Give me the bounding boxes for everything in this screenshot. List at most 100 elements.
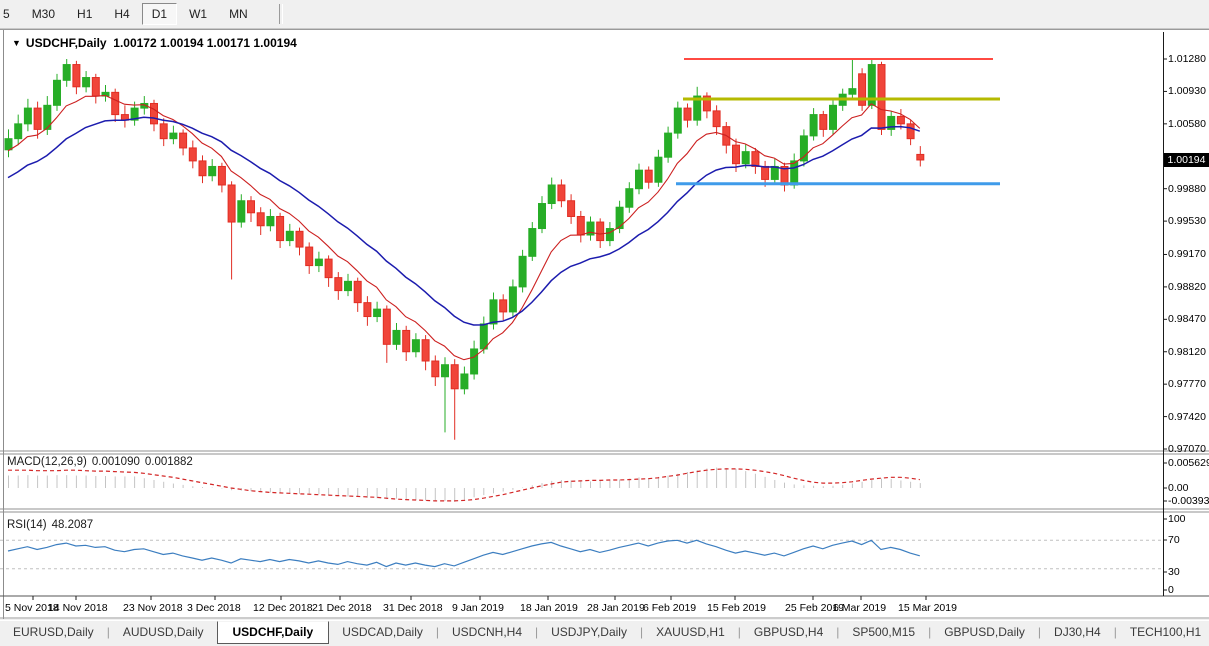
chart-tab-usdchf-daily[interactable]: USDCHF,Daily bbox=[217, 621, 330, 644]
candle-up bbox=[238, 201, 245, 222]
candle-up bbox=[674, 108, 681, 133]
date-axis-label: 14 Nov 2018 bbox=[48, 602, 108, 614]
rsi-value: 48.2087 bbox=[52, 519, 94, 531]
candle-up bbox=[345, 281, 352, 290]
chart-tab-xauusd-h1[interactable]: XAUUSD,H1 bbox=[643, 621, 738, 643]
tf-button-mn[interactable]: MN bbox=[219, 3, 258, 25]
candle-up bbox=[810, 115, 817, 136]
candle-up bbox=[665, 133, 672, 157]
rsi-indicator-label: RSI(14)48.2087 bbox=[7, 519, 93, 531]
price-axis-label: 0.99880 bbox=[1168, 183, 1206, 195]
candle-down bbox=[713, 111, 720, 127]
candle-up bbox=[849, 89, 856, 95]
candle-up bbox=[315, 259, 322, 265]
candle-down bbox=[296, 231, 303, 247]
tf-button-h4[interactable]: H4 bbox=[104, 3, 139, 25]
window-menu-icon[interactable]: ▼ bbox=[12, 38, 21, 48]
candle-up bbox=[5, 139, 12, 150]
candles-layer bbox=[5, 59, 924, 440]
candle-down bbox=[73, 65, 80, 87]
candle-down bbox=[684, 108, 691, 120]
date-axis-label: 3 Dec 2018 bbox=[187, 602, 241, 614]
candle-up bbox=[209, 166, 216, 175]
candle-up bbox=[393, 330, 400, 344]
chart-tab-usdcnh-h4[interactable]: USDCNH,H4 bbox=[439, 621, 535, 643]
candle-down bbox=[878, 65, 885, 130]
chart-tab-tech100-h1[interactable]: TECH100,H1 bbox=[1117, 621, 1209, 643]
chart-tabbar: EURUSD,Daily|AUDUSD,DailyUSDCHF,DailyUSD… bbox=[0, 620, 1209, 646]
candle-down bbox=[257, 213, 264, 226]
date-axis-label: 15 Mar 2019 bbox=[898, 602, 957, 614]
candle-down bbox=[277, 216, 284, 240]
tf-button-5[interactable]: 5 bbox=[0, 3, 20, 25]
tf-button-d1[interactable]: D1 bbox=[142, 3, 177, 25]
candle-up bbox=[830, 105, 837, 129]
candle-up bbox=[286, 231, 293, 240]
candle-up bbox=[442, 365, 449, 377]
ma-fast-line bbox=[8, 95, 920, 359]
rsi-axis-label: 30 bbox=[1168, 566, 1180, 578]
candle-down bbox=[645, 170, 652, 182]
candle-down bbox=[403, 330, 410, 351]
current-price-badge: 1.00194 bbox=[1164, 153, 1209, 167]
date-axis-label: 23 Nov 2018 bbox=[123, 602, 183, 614]
candle-down bbox=[92, 78, 99, 97]
chart-tab-sp500-m15[interactable]: SP500,M15 bbox=[839, 621, 928, 643]
candle-down bbox=[248, 201, 255, 213]
candle-up bbox=[170, 133, 177, 139]
candle-up bbox=[63, 65, 70, 81]
chart-title: ▼USDCHF,Daily 1.00172 1.00194 1.00171 1.… bbox=[12, 36, 297, 50]
price-axis-label: 0.98820 bbox=[1168, 281, 1206, 293]
candle-down bbox=[733, 145, 740, 164]
price-axis-label: 1.01280 bbox=[1168, 53, 1206, 65]
chart-tab-dj30-h4[interactable]: DJ30,H4 bbox=[1041, 621, 1114, 643]
tf-button-m30[interactable]: M30 bbox=[22, 3, 65, 25]
macd-value-1: 0.001090 bbox=[92, 456, 140, 468]
candle-up bbox=[54, 80, 61, 105]
rsi-axis-label: 0 bbox=[1168, 584, 1174, 596]
candle-up bbox=[24, 108, 31, 124]
macd-histogram bbox=[9, 468, 921, 502]
candle-down bbox=[762, 166, 769, 179]
candle-down bbox=[180, 133, 187, 148]
candle-down bbox=[218, 166, 225, 185]
date-axis-label: 21 Dec 2018 bbox=[312, 602, 372, 614]
candle-up bbox=[529, 229, 536, 257]
chart-tab-usdcad-daily[interactable]: USDCAD,Daily bbox=[329, 621, 436, 643]
date-axis-label: 9 Jan 2019 bbox=[452, 602, 504, 614]
candle-up bbox=[267, 216, 274, 225]
date-axis-label: 18 Jan 2019 bbox=[520, 602, 578, 614]
candle-down bbox=[568, 201, 575, 217]
timeframe-toolbar: 5M30H1H4D1W1MN bbox=[0, 0, 1209, 29]
candle-up bbox=[480, 324, 487, 349]
candle-down bbox=[820, 115, 827, 130]
candle-down bbox=[199, 161, 206, 176]
chart-tab-usdjpy-daily[interactable]: USDJPY,Daily bbox=[538, 621, 640, 643]
candle-down bbox=[325, 259, 332, 278]
candle-down bbox=[383, 309, 390, 344]
price-axis-label: 0.97420 bbox=[1168, 411, 1206, 423]
candle-up bbox=[83, 78, 90, 87]
candle-up bbox=[519, 256, 526, 287]
candle-up bbox=[791, 161, 798, 185]
price-axis-label: 0.97070 bbox=[1168, 443, 1206, 455]
candle-up bbox=[374, 309, 381, 316]
price-axis-label: 0.99530 bbox=[1168, 215, 1206, 227]
tf-button-h1[interactable]: H1 bbox=[67, 3, 102, 25]
chart-canvas[interactable] bbox=[0, 30, 1209, 619]
tf-button-w1[interactable]: W1 bbox=[179, 3, 217, 25]
ma-slow-line bbox=[8, 117, 920, 325]
chart-ohlc-values: 1.00172 1.00194 1.00171 1.00194 bbox=[113, 36, 297, 50]
candle-up bbox=[509, 287, 516, 312]
chart-tab-gbpusd-daily[interactable]: GBPUSD,Daily bbox=[931, 621, 1038, 643]
candle-down bbox=[335, 278, 342, 291]
macd-value-2: 0.001882 bbox=[145, 456, 193, 468]
chart-tab-eurusd-daily[interactable]: EURUSD,Daily bbox=[0, 621, 107, 643]
candle-up bbox=[461, 374, 468, 389]
candle-down bbox=[34, 108, 41, 129]
candle-up bbox=[471, 349, 478, 374]
chart-tab-gbpusd-h4[interactable]: GBPUSD,H4 bbox=[741, 621, 836, 643]
chart-tab-audusd-daily[interactable]: AUDUSD,Daily bbox=[110, 621, 217, 643]
candle-down bbox=[189, 148, 196, 161]
candle-down bbox=[451, 365, 458, 389]
